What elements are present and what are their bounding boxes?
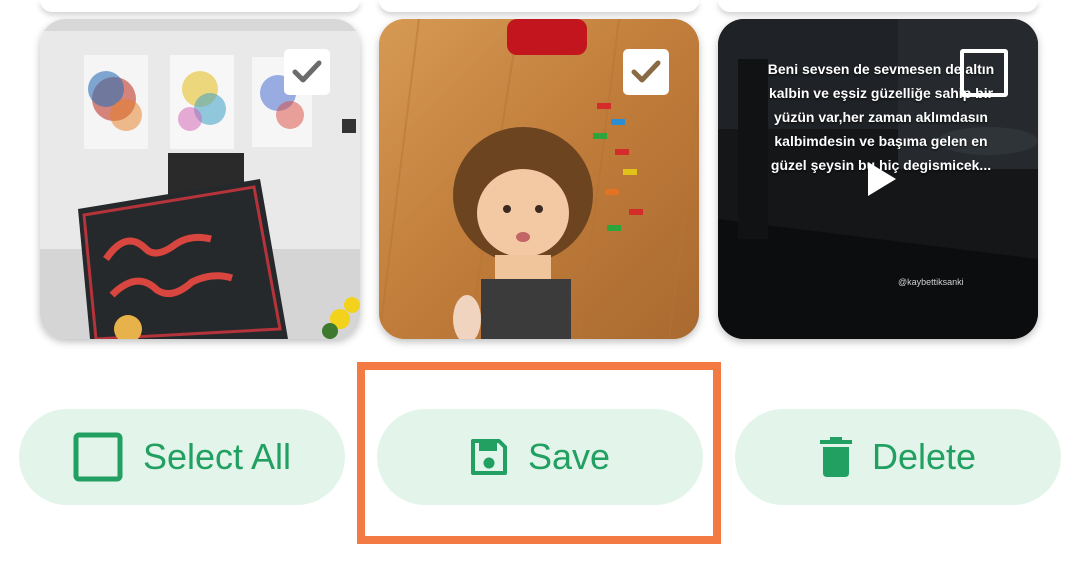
gallery-item-2[interactable] [379, 19, 699, 339]
play-icon[interactable] [868, 162, 896, 196]
video-watermark: @kaybettiksanki [898, 277, 964, 287]
select-all-button[interactable]: Select All [19, 409, 345, 505]
selected-checkbox[interactable] [284, 49, 330, 95]
selected-checkbox[interactable] [623, 49, 669, 95]
delete-label: Delete [871, 436, 977, 477]
highlight-box [357, 362, 721, 544]
gallery-item-3[interactable]: Beni sevsen de sevmesen de altın kalbin … [718, 19, 1038, 339]
unselected-checkbox[interactable] [960, 49, 1008, 97]
checkbox-outline-icon [73, 432, 123, 482]
previous-row-card [40, 0, 360, 12]
delete-button[interactable]: Delete [735, 409, 1061, 505]
select-all-label: Select All [142, 436, 292, 477]
check-icon [631, 60, 661, 83]
gallery-item-1[interactable] [40, 19, 360, 339]
check-icon [292, 60, 322, 83]
previous-row-card [379, 0, 699, 12]
trash-icon [819, 437, 852, 477]
previous-row-card [718, 0, 1038, 12]
